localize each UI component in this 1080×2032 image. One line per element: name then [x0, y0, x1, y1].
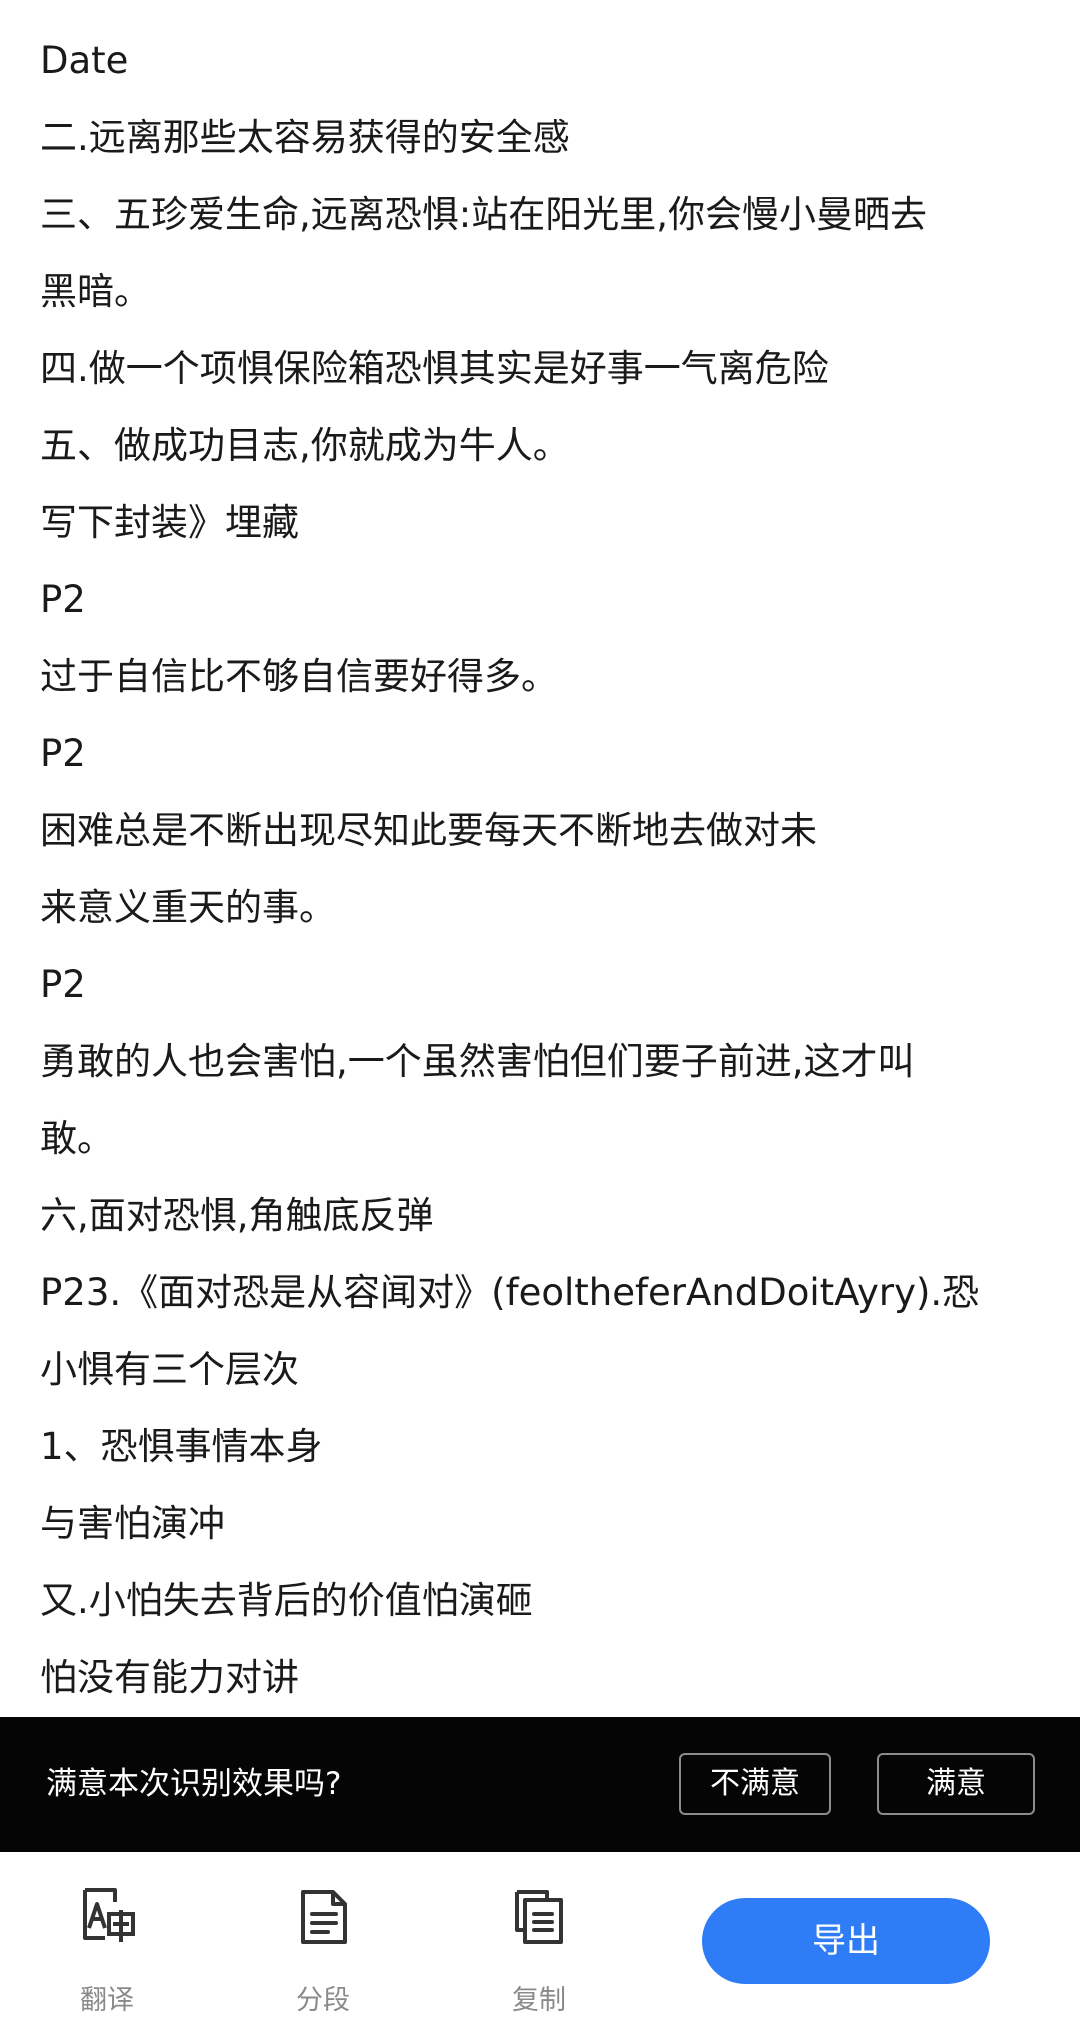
text-line: P2 [40, 578, 86, 621]
segment-button[interactable]: 分段 [263, 1852, 383, 2032]
feedback-question: 满意本次识别效果吗? [46, 1766, 342, 1802]
translate-button[interactable]: 翻译 [47, 1852, 167, 2032]
text-line: 小惧有三个层次 [40, 1348, 299, 1391]
text-line: 1、恐惧事情本身 [40, 1425, 323, 1468]
text-line: 二.远离那些太容易获得的安全感 [40, 116, 570, 159]
text-line: 勇敢的人也会害怕,一个虽然害怕但们要子前进,这才叫 [40, 1040, 915, 1083]
translate-icon [83, 1888, 135, 1942]
copy-label: 复制 [512, 1985, 566, 2016]
export-button[interactable]: 导出 [702, 1898, 990, 1984]
text-line: Date [40, 39, 129, 82]
text-line: P2 [40, 963, 86, 1006]
text-line: 四.做一个项惧保险箱恐惧其实是好事一气离危险 [40, 347, 829, 390]
satisfied-button[interactable]: 满意 [877, 1753, 1035, 1815]
text-line: 三、五珍爱生命,远离恐惧:站在阳光里,你会慢小曼晒去 [40, 193, 927, 236]
text-line: 与害怕演冲 [40, 1502, 225, 1545]
bottom-toolbar: 翻译 分段 复制 导出 [0, 1852, 1080, 2032]
text-line: 敢。 [40, 1117, 114, 1160]
text-line: 困难总是不断出现尽知此要每天不断地去做对未 [40, 809, 817, 852]
text-line: 五、做成功目志,你就成为牛人。 [40, 424, 570, 467]
ocr-result-screen: Date 二.远离那些太容易获得的安全感三、五珍爱生命,远离恐惧:站在阳光里,你会… [0, 0, 1080, 2032]
text-line: 六,面对恐惧,角触底反弹 [40, 1194, 434, 1237]
text-line: 怕没有能力对讲 [40, 1656, 299, 1699]
text-line: P2 [40, 732, 86, 775]
recognized-text-area[interactable]: Date 二.远离那些太容易获得的安全感三、五珍爱生命,远离恐惧:站在阳光里,你会… [40, 22, 1050, 1712]
text-line: P23.《面对恐是从容闻对》(feoltheferAndDoitAyry).恐 [40, 1271, 980, 1314]
text-line: 过于自信比不够自信要好得多。 [40, 655, 558, 698]
segment-label: 分段 [296, 1985, 350, 2016]
text-line: 又.小怕失去背后的价值怕演砸 [40, 1579, 533, 1622]
unsatisfied-button[interactable]: 不满意 [679, 1753, 831, 1815]
copy-button[interactable]: 复制 [479, 1852, 599, 2032]
text-line: 来意义重天的事。 [40, 886, 336, 929]
text-line: 写下封装》埋藏 [40, 501, 299, 544]
feedback-bar: 满意本次识别效果吗? 不满意 满意 [0, 1717, 1080, 1852]
translate-label: 翻译 [80, 1985, 134, 2016]
document-lines-icon [301, 1890, 347, 1944]
copy-icon [515, 1890, 563, 1944]
text-line: 黑暗。 [40, 270, 151, 313]
